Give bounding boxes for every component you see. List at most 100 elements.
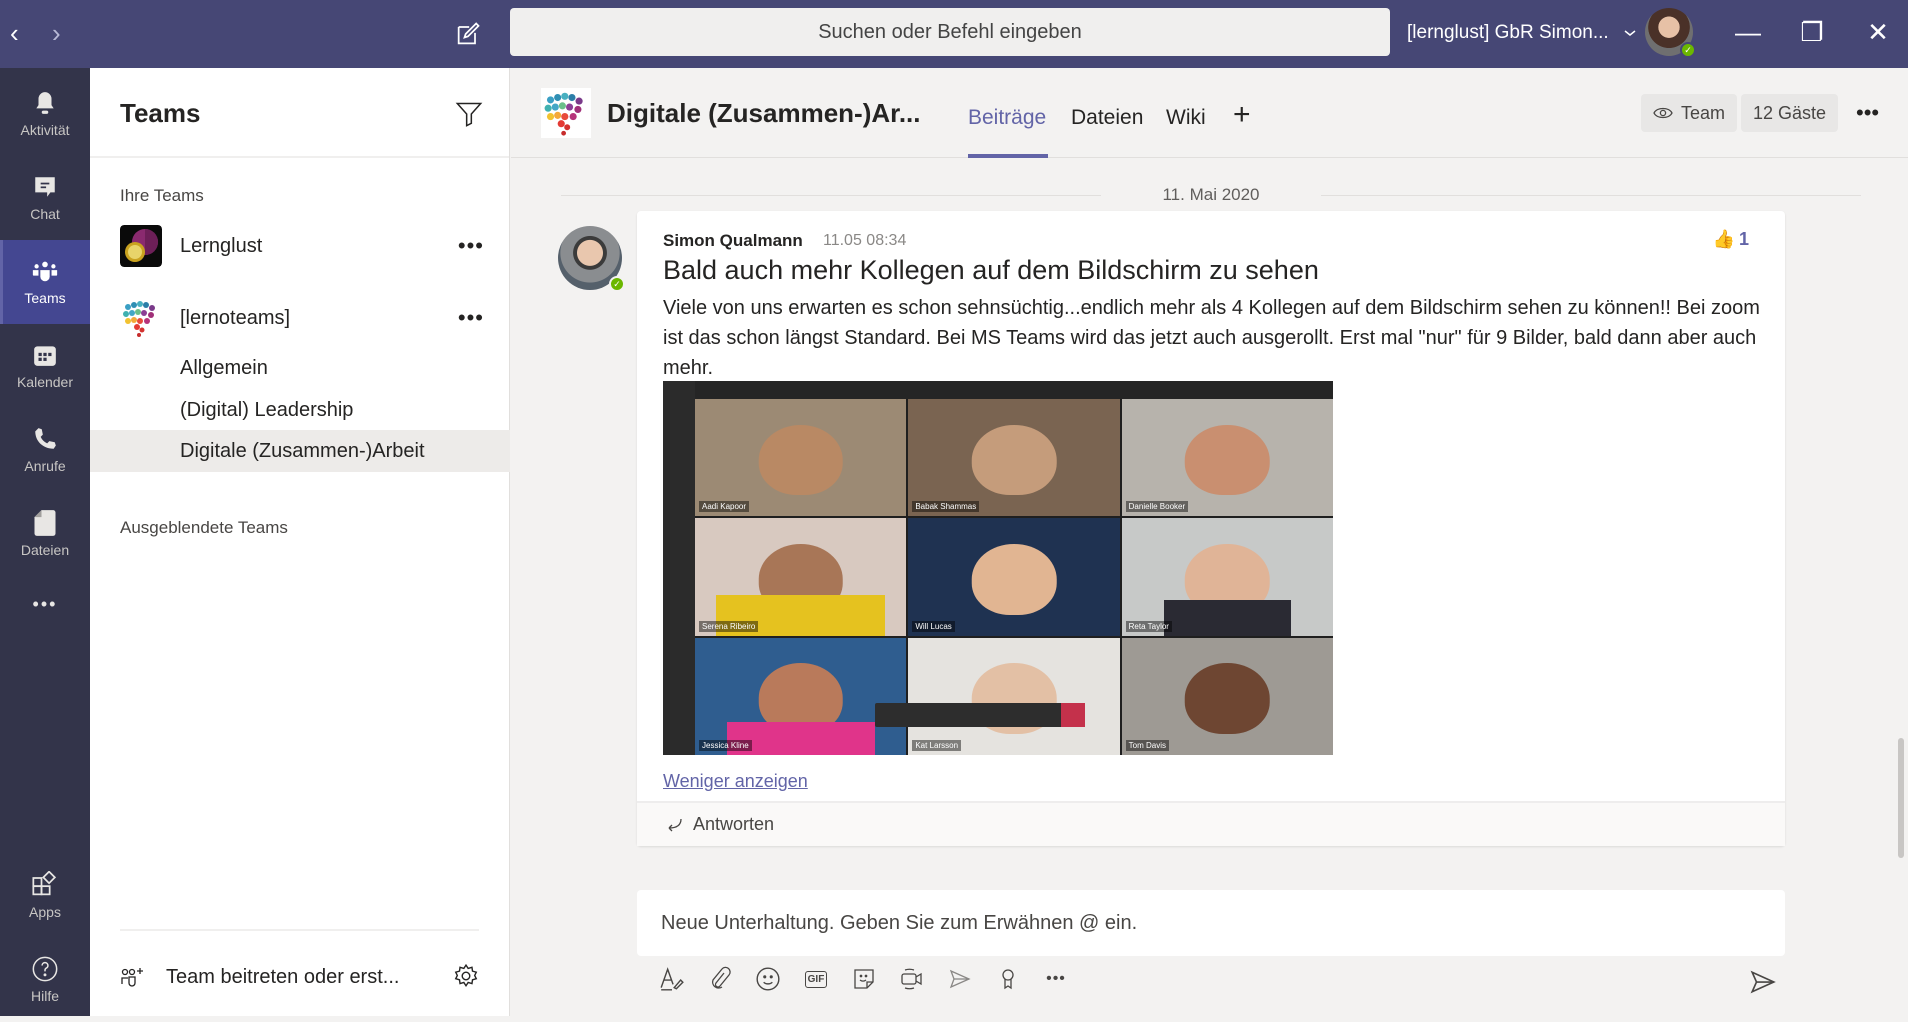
team-logo-lernoteams	[123, 301, 155, 337]
team-name: Lernglust	[180, 234, 263, 257]
team-visibility-button[interactable]: Team	[1641, 94, 1738, 132]
meet-now-icon[interactable]	[899, 966, 925, 992]
rail-item-calls[interactable]: Anrufe	[0, 408, 90, 492]
app-rail: Aktivität Chat Teams Kalender Anrufe Dat…	[0, 68, 90, 1016]
tab-wiki[interactable]: Wiki	[1166, 106, 1206, 130]
more-icon: •••	[32, 593, 58, 614]
reply-label: Antworten	[693, 814, 775, 834]
reply-button[interactable]: Antworten	[637, 801, 1785, 846]
message-timestamp: 11.05 08:34	[823, 232, 907, 249]
rail-item-chat[interactable]: Chat	[0, 156, 90, 240]
date-label: 11. Mai 2020	[1162, 185, 1260, 204]
settings-gear-icon[interactable]	[453, 963, 479, 989]
team-more-button[interactable]: •••	[458, 305, 484, 331]
rail-label: Hilfe	[30, 988, 59, 1004]
your-teams-heading: Ihre Teams	[120, 186, 204, 205]
rail-item-files[interactable]: Dateien	[0, 492, 90, 576]
team-more-button[interactable]: •••	[458, 233, 484, 259]
active-tab-indicator	[968, 154, 1048, 158]
author-avatar[interactable]: ✓	[558, 226, 625, 292]
guests-button[interactable]: 12 Gäste	[1741, 94, 1839, 132]
add-team-icon	[121, 968, 143, 987]
message-body: Viele von uns erwarten es schon sehnsüch…	[663, 297, 1760, 379]
team-button-label: Team	[1681, 102, 1726, 123]
praise-icon[interactable]	[995, 966, 1021, 992]
minimize-button[interactable]: —	[1728, 14, 1768, 50]
channel-item-leadership[interactable]: (Digital) Leadership	[90, 389, 510, 431]
more-icon[interactable]: •••	[1043, 966, 1069, 992]
join-team-button[interactable]: Team beitreten oder erst...	[120, 965, 399, 989]
compose-toolbar: GIF •••	[659, 966, 1069, 992]
format-icon[interactable]	[659, 966, 685, 992]
sticker-icon[interactable]	[851, 966, 877, 992]
tab-beitraege[interactable]: Beiträge	[968, 106, 1046, 130]
send-icon[interactable]	[1750, 970, 1776, 994]
team-item-lernglust[interactable]: Lernglust •••	[90, 220, 510, 272]
video-tile: Babak Shammas	[908, 399, 1120, 517]
add-tab-button[interactable]: +	[1233, 98, 1251, 132]
team-item-lernoteams[interactable]: [lernoteams] •••	[90, 292, 510, 344]
rail-item-teams[interactable]: Teams	[0, 240, 90, 324]
date-divider: 11. Mai 2020	[561, 180, 1861, 210]
channel-item-allgemein[interactable]: Allgemein	[90, 347, 510, 389]
presence-available-icon: ✓	[609, 276, 625, 292]
thumbs-up-icon: 👍	[1712, 229, 1735, 249]
channel-title: Digitale (Zusammen-)Ar...	[607, 98, 921, 128]
org-switcher[interactable]: [lernglust] GbR Simon...	[1407, 22, 1637, 44]
video-tile: Aadi Kapoor	[695, 399, 907, 517]
new-chat-icon[interactable]	[454, 20, 482, 48]
phone-icon	[31, 426, 59, 452]
tab-dateien[interactable]: Dateien	[1071, 106, 1143, 130]
like-reaction-summary[interactable]: 👍 1	[1713, 229, 1749, 250]
video-tile: Tom Davis	[1121, 637, 1333, 755]
apps-icon	[31, 871, 59, 898]
close-button[interactable]: ✕	[1858, 14, 1898, 50]
panel-footer: Team beitreten oder erst...	[120, 929, 479, 1016]
video-tile: Kat Larsson	[908, 637, 1120, 755]
video-tile: Danielle Booker	[1121, 399, 1333, 517]
help-icon	[31, 956, 59, 982]
video-tile: Reta Taylor	[1121, 518, 1333, 636]
message-card: Simon Qualmann 11.05 08:34 👍 1 Bald auch…	[637, 211, 1785, 846]
team-logo-lernglust	[120, 225, 162, 267]
bell-icon	[31, 90, 59, 116]
stream-icon[interactable]	[947, 966, 973, 992]
gif-label: GIF	[804, 970, 828, 988]
tile-name: Aadi Kapoor	[699, 501, 750, 513]
message-subject: Bald auch mehr Kollegen auf dem Bildschi…	[663, 255, 1319, 285]
maximize-button[interactable]: ❐	[1792, 14, 1832, 50]
tile-name: Babak Shammas	[912, 501, 980, 513]
tile-name: Tom Davis	[1125, 740, 1169, 751]
feed-scrollbar[interactable]	[1898, 738, 1904, 858]
video-tile: Jessica Kline	[695, 637, 907, 755]
rail-item-help[interactable]: Hilfe	[0, 938, 90, 1022]
chevron-down-icon	[1624, 30, 1636, 36]
filter-icon[interactable]	[455, 100, 483, 128]
user-avatar[interactable]: ✓	[1645, 8, 1696, 58]
search-input[interactable]: Suchen oder Befehl eingeben	[510, 8, 1390, 56]
back-button[interactable]: ‹	[10, 18, 19, 48]
presence-available-icon: ✓	[1680, 42, 1696, 58]
attached-image[interactable]: Aadi Kapoor Babak Shammas Danielle Booke…	[663, 381, 1333, 755]
rail-more-button[interactable]: •••	[0, 574, 90, 634]
new-conversation-input[interactable]: Neue Unterhaltung. Geben Sie zum Erwähne…	[637, 890, 1785, 956]
rail-label: Anrufe	[24, 458, 66, 474]
rail-item-activity[interactable]: Aktivität	[0, 72, 90, 156]
hidden-teams-heading[interactable]: Ausgeblendete Teams	[120, 518, 288, 538]
rail-item-apps[interactable]: Apps	[0, 854, 90, 938]
emoji-icon[interactable]	[755, 966, 781, 992]
hangup-icon	[1061, 703, 1085, 727]
tile-name: Kat Larsson	[912, 740, 962, 751]
show-less-link[interactable]: Weniger anzeigen	[663, 771, 808, 792]
rail-label: Teams	[24, 290, 66, 306]
channel-more-button[interactable]: •••	[1856, 100, 1879, 126]
chat-icon	[31, 174, 59, 200]
attach-icon[interactable]	[707, 966, 733, 992]
gif-icon[interactable]: GIF	[803, 966, 829, 992]
forward-button[interactable]: ›	[52, 18, 61, 48]
message-author[interactable]: Simon Qualmann	[663, 231, 803, 251]
channel-team-logo	[541, 88, 591, 138]
rail-item-calendar[interactable]: Kalender	[0, 324, 90, 408]
channel-item-digitale-arbeit[interactable]: Digitale (Zusammen-)Arbeit	[90, 430, 510, 472]
like-count: 1	[1738, 229, 1749, 249]
